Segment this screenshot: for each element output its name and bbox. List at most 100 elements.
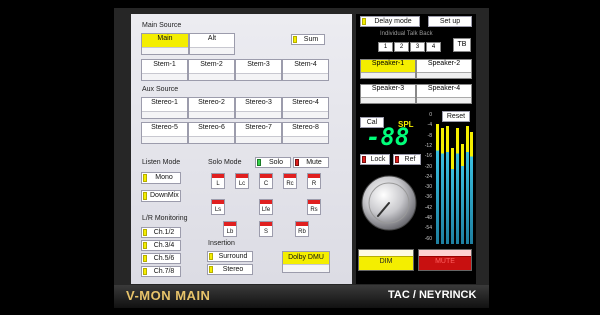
- solo-rb-label: Rb: [298, 229, 306, 235]
- ch-56-label: Ch.5/6: [153, 255, 175, 262]
- mute-label: Mute: [306, 159, 322, 166]
- stereo-8-button[interactable]: Stereo-8: [282, 122, 329, 144]
- mute-main-label: MUTE: [435, 258, 455, 265]
- tb-button[interactable]: TB: [453, 38, 471, 52]
- app-title: V-MON MAIN: [126, 288, 211, 303]
- reset-button[interactable]: Reset: [442, 111, 470, 122]
- stereo-insert-label: Stereo: [222, 266, 244, 273]
- speaker-4-button[interactable]: Speaker-4: [416, 84, 472, 104]
- speaker-2-button[interactable]: Speaker-2: [416, 59, 472, 79]
- meter-scale-tick: -48: [424, 215, 432, 221]
- solo-rc-button[interactable]: Rc: [283, 173, 297, 189]
- lock-button[interactable]: Lock: [360, 154, 390, 165]
- meter-scale-tick: -8: [427, 132, 432, 139]
- main-button[interactable]: Main: [141, 33, 189, 55]
- alt-button[interactable]: Alt: [189, 33, 235, 55]
- meter-scale-tick: -42: [424, 204, 432, 211]
- aux-source-label: Aux Source: [142, 86, 179, 93]
- talkback-4-label: 4: [431, 44, 436, 50]
- stereo-4-button[interactable]: Stereo-4: [282, 97, 329, 119]
- ch-78-label: Ch.7/8: [153, 268, 175, 275]
- solo-ls-button[interactable]: Ls: [211, 199, 225, 215]
- brand-name: TAC / NEYRINCK: [388, 289, 477, 301]
- ch-12-button[interactable]: Ch.1/2: [141, 227, 181, 238]
- stem-4-label: Stem-4: [294, 61, 317, 68]
- solo-ls-label: Ls: [214, 207, 222, 213]
- stereo-1-button[interactable]: Stereo-1: [141, 97, 188, 119]
- dolby-dmu-button[interactable]: Dolby DMU: [282, 251, 330, 273]
- speaker-1-button[interactable]: Speaker-1: [360, 59, 416, 79]
- stem-1-button[interactable]: Stem-1: [141, 59, 188, 81]
- solo-lb-button[interactable]: Lb: [223, 221, 237, 237]
- solo-lfe-button[interactable]: Lfe: [259, 199, 273, 215]
- talkback-1-button[interactable]: 1: [378, 42, 393, 52]
- ch-78-button[interactable]: Ch.7/8: [141, 266, 181, 277]
- stereo-6-label: Stereo-6: [198, 124, 225, 131]
- solo-label: Solo: [268, 159, 283, 166]
- solo-l-button[interactable]: L: [211, 173, 225, 189]
- stereo-3-button[interactable]: Stereo-3: [235, 97, 282, 119]
- dolby-dmu-label: Dolby DMU: [288, 254, 324, 261]
- meter-scale-tick: -12: [424, 142, 432, 149]
- lock-label: Lock: [370, 156, 386, 163]
- ch-34-button[interactable]: Ch.3/4: [141, 240, 181, 251]
- stereo-insert-button[interactable]: Stereo: [207, 264, 253, 275]
- main-button-label: Main: [157, 35, 173, 42]
- dim-button[interactable]: DIM: [358, 249, 414, 271]
- stereo-2-button[interactable]: Stereo-2: [188, 97, 235, 119]
- setup-label: Set up: [439, 18, 461, 25]
- stem-2-button[interactable]: Stem-2: [188, 59, 235, 81]
- talkback-2-button[interactable]: 2: [394, 42, 409, 52]
- lr-monitoring-label: L/R Monitoring: [142, 215, 188, 222]
- volume-knob[interactable]: [360, 174, 418, 232]
- talkback-2-label: 2: [399, 44, 404, 50]
- downmix-button[interactable]: DownMix: [141, 190, 181, 202]
- solo-rs-button[interactable]: Rs: [307, 199, 321, 215]
- level-meter-bar: [466, 126, 469, 244]
- solo-c-button[interactable]: C: [259, 173, 273, 189]
- alt-button-label: Alt: [207, 35, 217, 42]
- talkback-4-button[interactable]: 4: [426, 42, 441, 52]
- solo-r-button[interactable]: R: [307, 173, 321, 189]
- level-meter-bar: [456, 128, 459, 244]
- delay-mode-button[interactable]: Delay mode: [360, 16, 420, 27]
- listen-mode-label: Listen Mode: [142, 159, 181, 166]
- solo-rc-label: Rc: [286, 181, 294, 187]
- ch-12-label: Ch.1/2: [153, 229, 175, 236]
- stem-4-button[interactable]: Stem-4: [282, 59, 329, 81]
- insertion-label: Insertion: [208, 240, 235, 247]
- downmix-label: DownMix: [150, 192, 179, 199]
- sum-label: Sum: [303, 36, 319, 43]
- stereo-8-label: Stereo-8: [292, 124, 319, 131]
- solo-r-label: R: [311, 181, 317, 187]
- mute-main-button[interactable]: MUTE: [418, 249, 472, 271]
- meter-scale-tick: -24: [424, 173, 432, 180]
- stereo-1-label: Stereo-1: [151, 99, 178, 106]
- ch-34-label: Ch.3/4: [153, 242, 175, 249]
- speaker-3-button[interactable]: Speaker-3: [360, 84, 416, 104]
- solo-l-label: L: [216, 181, 220, 187]
- solo-rb-button[interactable]: Rb: [295, 221, 309, 237]
- surround-button[interactable]: Surround: [207, 251, 253, 262]
- stereo-7-label: Stereo-7: [245, 124, 272, 131]
- ch-56-button[interactable]: Ch.5/6: [141, 253, 181, 264]
- speaker-2-label: Speaker-2: [427, 60, 461, 67]
- stereo-6-button[interactable]: Stereo-6: [188, 122, 235, 144]
- solo-button[interactable]: Solo: [255, 157, 291, 168]
- sum-button[interactable]: Sum: [291, 34, 325, 45]
- talkback-3-button[interactable]: 3: [410, 42, 425, 52]
- solo-s-button[interactable]: S: [259, 221, 273, 237]
- mono-button[interactable]: Mono: [141, 172, 181, 184]
- stem-3-button[interactable]: Stem-3: [235, 59, 282, 81]
- spl-readout: -88: [366, 123, 410, 151]
- setup-button[interactable]: Set up: [428, 16, 472, 27]
- surround-label: Surround: [218, 253, 248, 260]
- stereo-5-button[interactable]: Stereo-5: [141, 122, 188, 144]
- ref-button[interactable]: Ref: [393, 154, 421, 165]
- mute-button[interactable]: Mute: [293, 157, 329, 168]
- ref-label: Ref: [404, 156, 416, 163]
- stereo-7-button[interactable]: Stereo-7: [235, 122, 282, 144]
- solo-lb-label: Lb: [226, 229, 234, 235]
- solo-lc-button[interactable]: Lc: [235, 173, 249, 189]
- talkback-3-label: 3: [415, 44, 420, 50]
